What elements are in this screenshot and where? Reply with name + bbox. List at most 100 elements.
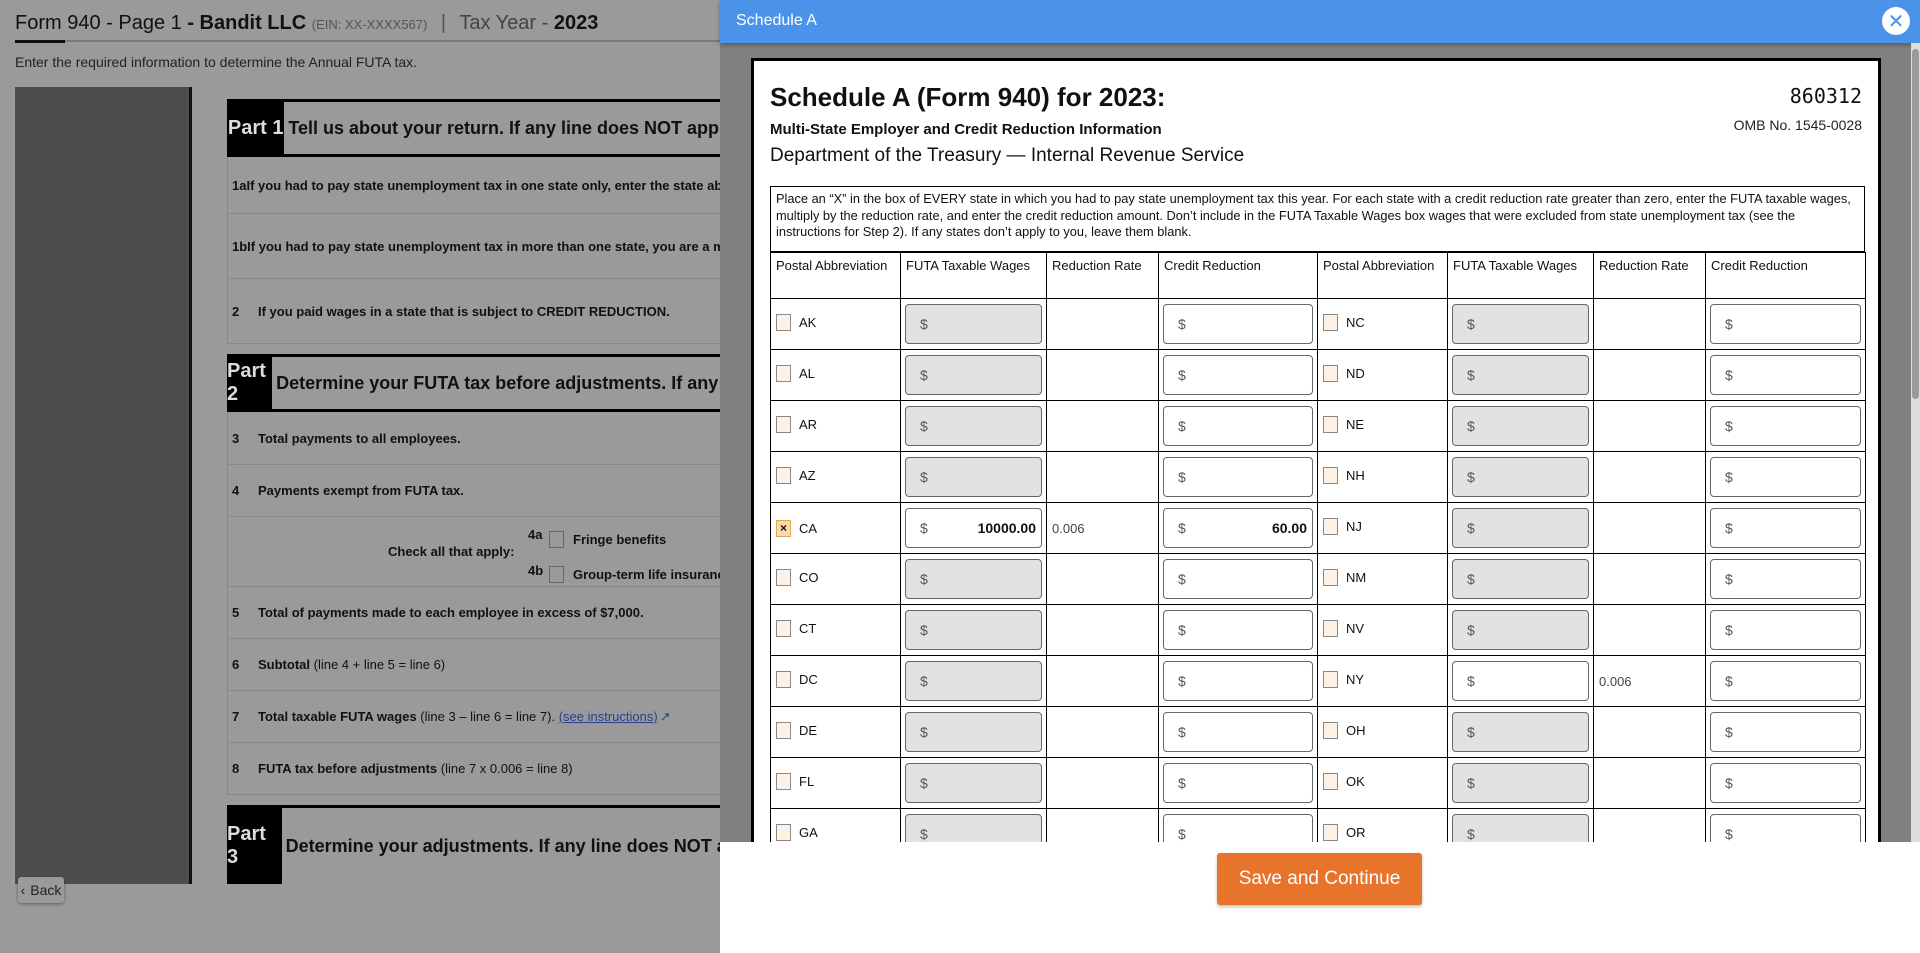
reduction-rate [1046,298,1159,350]
state-checkbox-nm[interactable] [1323,569,1338,586]
save-and-continue-button[interactable]: Save and Continue [1217,853,1422,905]
state-checkbox-nh[interactable] [1323,467,1338,484]
credit-reduction-input-oh[interactable]: $ [1710,712,1861,752]
credit-reduction-input-fl[interactable]: $ [1163,763,1313,803]
state-checkbox-az[interactable] [776,467,791,484]
credit-reduction-input-ok[interactable]: $ [1710,763,1861,803]
futa-wages-input-nv[interactable]: $ [1452,610,1589,650]
futa-wages-input-de[interactable]: $ [905,712,1042,752]
state-checkbox-ok[interactable] [1323,773,1338,790]
company-name: Bandit LLC [199,12,307,34]
credit-reduction-input-ar[interactable]: $ [1163,406,1313,446]
futa-wages-input-nd[interactable]: $ [1452,355,1589,395]
credit-reduction-input-nm[interactable]: $ [1710,559,1861,599]
currency-symbol: $ [1178,367,1186,383]
credit-reduction-input-ak[interactable]: $ [1163,304,1313,344]
see-instructions-link[interactable]: (see instructions) [559,709,658,724]
credit-reduction-input-ct[interactable]: $ [1163,610,1313,650]
futa-wages-input-nj[interactable]: $ [1452,508,1589,548]
credit-reduction-input-co[interactable]: $ [1163,559,1313,599]
credit-reduction-input-ga[interactable]: $ [1163,814,1313,842]
omb-number: OMB No. 1545-0028 [1733,117,1862,133]
credit-reduction-input-ca[interactable]: $60.00 [1163,508,1313,548]
futa-wages-input-nc[interactable]: $ [1452,304,1589,344]
futa-wages-input-dc[interactable]: $ [905,661,1042,701]
state-checkbox-ca[interactable]: × [776,519,791,537]
state-checkbox-or[interactable] [1323,824,1338,841]
state-abbreviation: GA [799,825,818,840]
state-checkbox-oh[interactable] [1323,722,1338,739]
state-checkbox-ne[interactable] [1323,416,1338,433]
part-text: Determine your adjustments. If any line … [285,835,720,856]
futa-wages-input-nm[interactable]: $ [1452,559,1589,599]
currency-symbol: $ [1725,826,1733,842]
futa-wages-input-ny[interactable]: $ [1452,661,1589,701]
currency-symbol: $ [1178,469,1186,485]
credit-cell: $ [1705,349,1866,401]
close-icon[interactable]: ✕ [1882,7,1910,35]
column-header: Postal Abbreviation [1317,252,1448,299]
schedule-a-form: Schedule A (Form 940) for 2023: Multi-St… [751,58,1881,842]
state-checkbox-ct[interactable] [776,620,791,637]
state-checkbox-de[interactable] [776,722,791,739]
credit-reduction-input-nc[interactable]: $ [1710,304,1861,344]
modal-scrollbar[interactable] [1911,43,1920,842]
futa-wages-input-ga[interactable]: $ [905,814,1042,842]
table-row: CT $ $ NV $ $ [770,604,1866,656]
state-checkbox-nc[interactable] [1323,314,1338,331]
credit-reduction-input-nh[interactable]: $ [1710,457,1861,497]
currency-symbol: $ [1725,469,1733,485]
currency-symbol: $ [920,622,928,638]
wages-cell: $ [1447,349,1594,401]
state-checkbox-nv[interactable] [1323,620,1338,637]
group-term-life-checkbox[interactable] [549,566,564,583]
state-checkbox-ar[interactable] [776,416,791,433]
futa-wages-input-oh[interactable]: $ [1452,712,1589,752]
credit-reduction-input-or[interactable]: $ [1710,814,1861,842]
futa-wages-input-ok[interactable]: $ [1452,763,1589,803]
futa-wages-input-ca[interactable]: $10000.00 [905,508,1042,548]
state-checkbox-nd[interactable] [1323,365,1338,382]
state-checkbox-ny[interactable] [1323,671,1338,688]
credit-reduction-input-nj[interactable]: $ [1710,508,1861,548]
line-1b: 1b If you had to pay state unemployment t… [227,214,720,279]
futa-wages-input-ct[interactable]: $ [905,610,1042,650]
reduction-rate [1593,808,1706,842]
scrollbar-thumb[interactable] [1912,49,1919,399]
fringe-benefits-checkbox[interactable] [549,531,564,548]
credit-reduction-input-ne[interactable]: $ [1710,406,1861,446]
state-checkbox-ga[interactable] [776,824,791,841]
futa-wages-input-nh[interactable]: $ [1452,457,1589,497]
state-abbreviation: CT [799,621,817,636]
credit-reduction-input-nv[interactable]: $ [1710,610,1861,650]
futa-wages-input-ne[interactable]: $ [1452,406,1589,446]
state-checkbox-al[interactable] [776,365,791,382]
state-checkbox-co[interactable] [776,569,791,586]
table-row: GA $ $ OR $ $ [770,808,1866,842]
futa-wages-input-ar[interactable]: $ [905,406,1042,446]
state-checkbox-ak[interactable] [776,314,791,331]
credit-reduction-input-de[interactable]: $ [1163,712,1313,752]
futa-wages-input-fl[interactable]: $ [905,763,1042,803]
futa-wages-input-al[interactable]: $ [905,355,1042,395]
currency-symbol: $ [1725,316,1733,332]
futa-wages-input-or[interactable]: $ [1452,814,1589,842]
futa-wages-input-co[interactable]: $ [905,559,1042,599]
credit-reduction-input-nd[interactable]: $ [1710,355,1861,395]
credit-reduction-input-al[interactable]: $ [1163,355,1313,395]
state-abbreviation: OH [1346,723,1366,738]
reduction-rate [1046,706,1159,758]
currency-symbol: $ [1467,571,1475,587]
credit-reduction-input-az[interactable]: $ [1163,457,1313,497]
back-button[interactable]: ‹ Back [18,877,64,903]
state-checkbox-fl[interactable] [776,773,791,790]
wages-cell: $ [1447,400,1594,452]
state-checkbox-nj[interactable] [1323,518,1338,535]
reduction-rate [1046,553,1159,605]
futa-wages-input-az[interactable]: $ [905,457,1042,497]
state-checkbox-dc[interactable] [776,671,791,688]
credit-reduction-input-dc[interactable]: $ [1163,661,1313,701]
column-header: FUTA Taxable Wages [900,252,1047,299]
futa-wages-input-ak[interactable]: $ [905,304,1042,344]
credit-reduction-input-ny[interactable]: $ [1710,661,1861,701]
